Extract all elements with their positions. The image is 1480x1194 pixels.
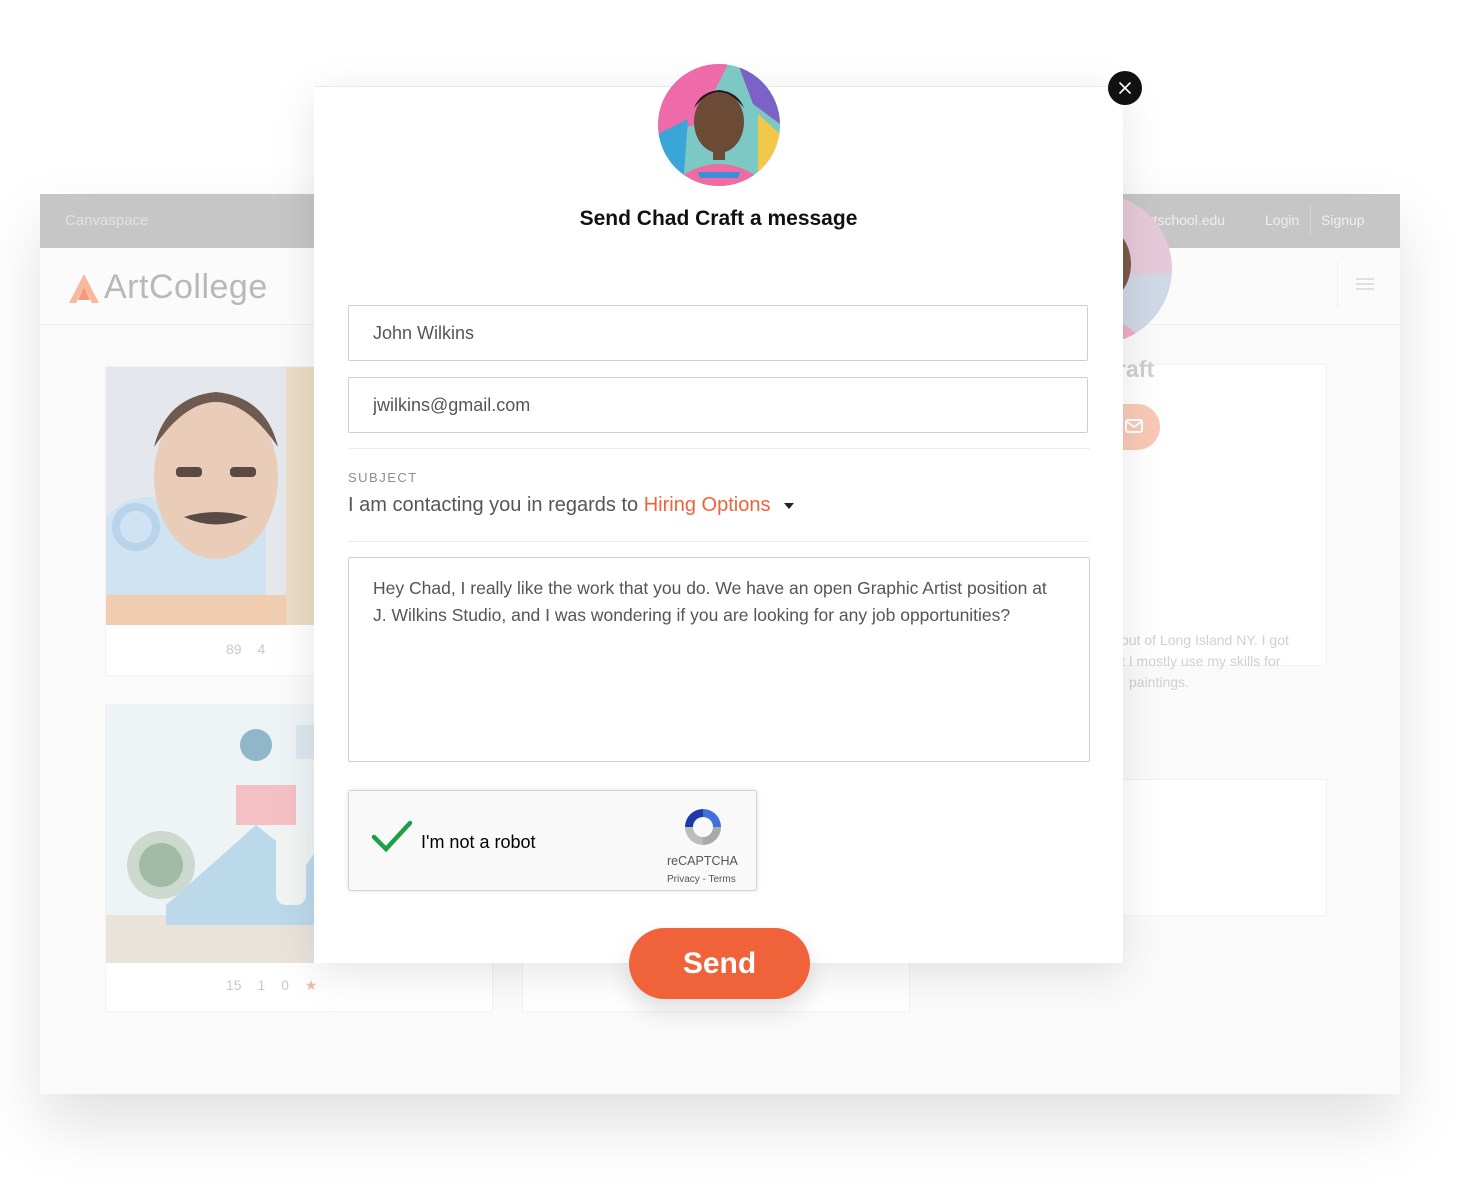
close-button[interactable] [1108, 71, 1142, 105]
captcha-label: I'm not a robot [421, 832, 536, 852]
checkmark-icon[interactable] [371, 819, 413, 853]
brand-link[interactable]: Canvaspace [65, 212, 148, 229]
login-link[interactable]: Login [1265, 212, 1299, 228]
signup-link[interactable]: Signup [1321, 212, 1365, 228]
send-button[interactable]: Send [629, 928, 810, 999]
menu-button[interactable] [1337, 262, 1400, 308]
subject-prefix: I am contacting you in regards to [348, 494, 639, 516]
star-icon[interactable]: ★ [305, 977, 318, 993]
captcha-brand: reCAPTCHA [667, 854, 738, 868]
divider [348, 541, 1090, 542]
subject-select[interactable]: Hiring Options [644, 494, 795, 516]
hamburger-icon [1356, 278, 1374, 280]
message-textarea[interactable]: Hey Chad, I really like the work that yo… [348, 557, 1090, 762]
modal-title: Send Chad Craft a message [579, 207, 858, 230]
artwork-stats: 15 1 0 ★ [226, 977, 329, 994]
subject-line: I am contacting you in regards to Hiring… [348, 494, 795, 517]
subject-label: SUBJECT [348, 470, 418, 485]
recaptcha-icon [685, 809, 721, 845]
views-count: 15 [226, 977, 242, 993]
recipient-avatar [658, 64, 780, 186]
comments-count: 0 [281, 977, 289, 993]
divider [348, 448, 1090, 449]
likes-count: 1 [257, 977, 266, 993]
caret-down-icon [784, 502, 795, 509]
subject-selected: Hiring Options [643, 494, 771, 516]
logo-text: ArtCollege [104, 268, 268, 306]
email-field[interactable] [348, 377, 1088, 433]
envelope-icon [1125, 419, 1143, 433]
divider [1310, 206, 1311, 234]
artwork-stats: 89 4 [226, 641, 277, 657]
logo-icon [69, 274, 99, 303]
views-count: 89 [226, 641, 242, 657]
recaptcha-widget: I'm not a robot reCAPTCHA Privacy - Term… [348, 790, 757, 891]
close-icon [1119, 82, 1131, 94]
name-field[interactable] [348, 305, 1088, 361]
likes-count: 4 [257, 641, 266, 657]
captcha-links[interactable]: Privacy - Terms [667, 874, 736, 885]
